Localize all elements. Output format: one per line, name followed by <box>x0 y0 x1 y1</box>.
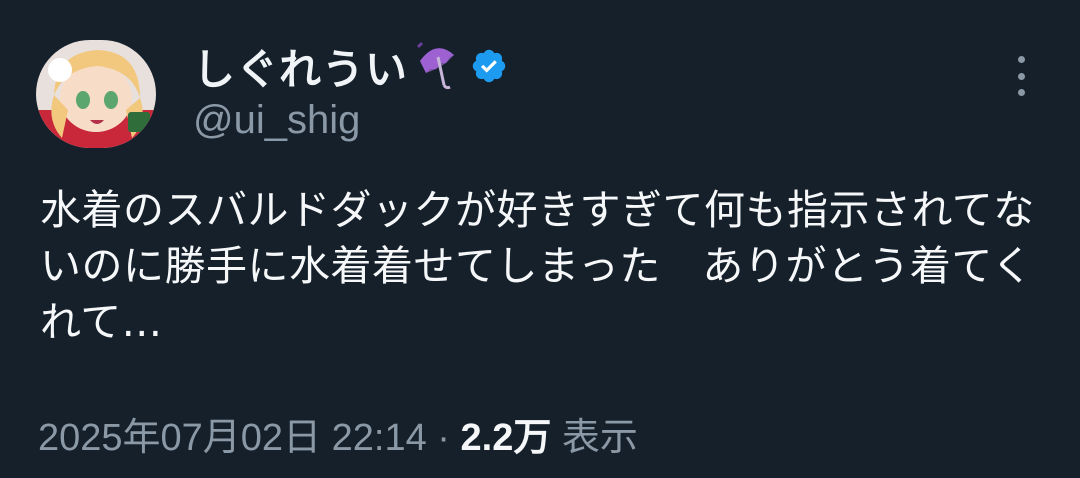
avatar-image <box>36 40 156 148</box>
author-info: しぐれうい @ui_shig <box>193 36 508 143</box>
more-dot <box>1017 89 1025 96</box>
tweet-text: 水着のスバルドダックが好きすぎて何も指示されてないのに勝手に水着着せてしまった … <box>40 186 1035 346</box>
tweet-time[interactable]: 22:14 <box>332 417 427 459</box>
more-dot <box>1017 72 1025 80</box>
display-name[interactable]: しぐれうい <box>193 36 408 97</box>
more-dot <box>1017 56 1025 63</box>
tweet-date[interactable]: 2025年07月02日 <box>38 417 321 459</box>
verified-badge-icon[interactable] <box>470 47 508 85</box>
author-name-row: しぐれうい <box>193 36 508 96</box>
umbrella-icon <box>416 41 455 90</box>
more-options-icon[interactable] <box>1006 56 1036 96</box>
view-count: 2.2万 <box>460 417 552 459</box>
view-label: 表示 <box>561 417 638 459</box>
user-handle[interactable]: @ui_shig <box>193 98 508 143</box>
tweet-meta: 2025年07月02日 22:14 · 2.2万 表示 <box>38 406 638 461</box>
meta-separator: · <box>437 417 450 459</box>
avatar[interactable] <box>36 40 156 148</box>
